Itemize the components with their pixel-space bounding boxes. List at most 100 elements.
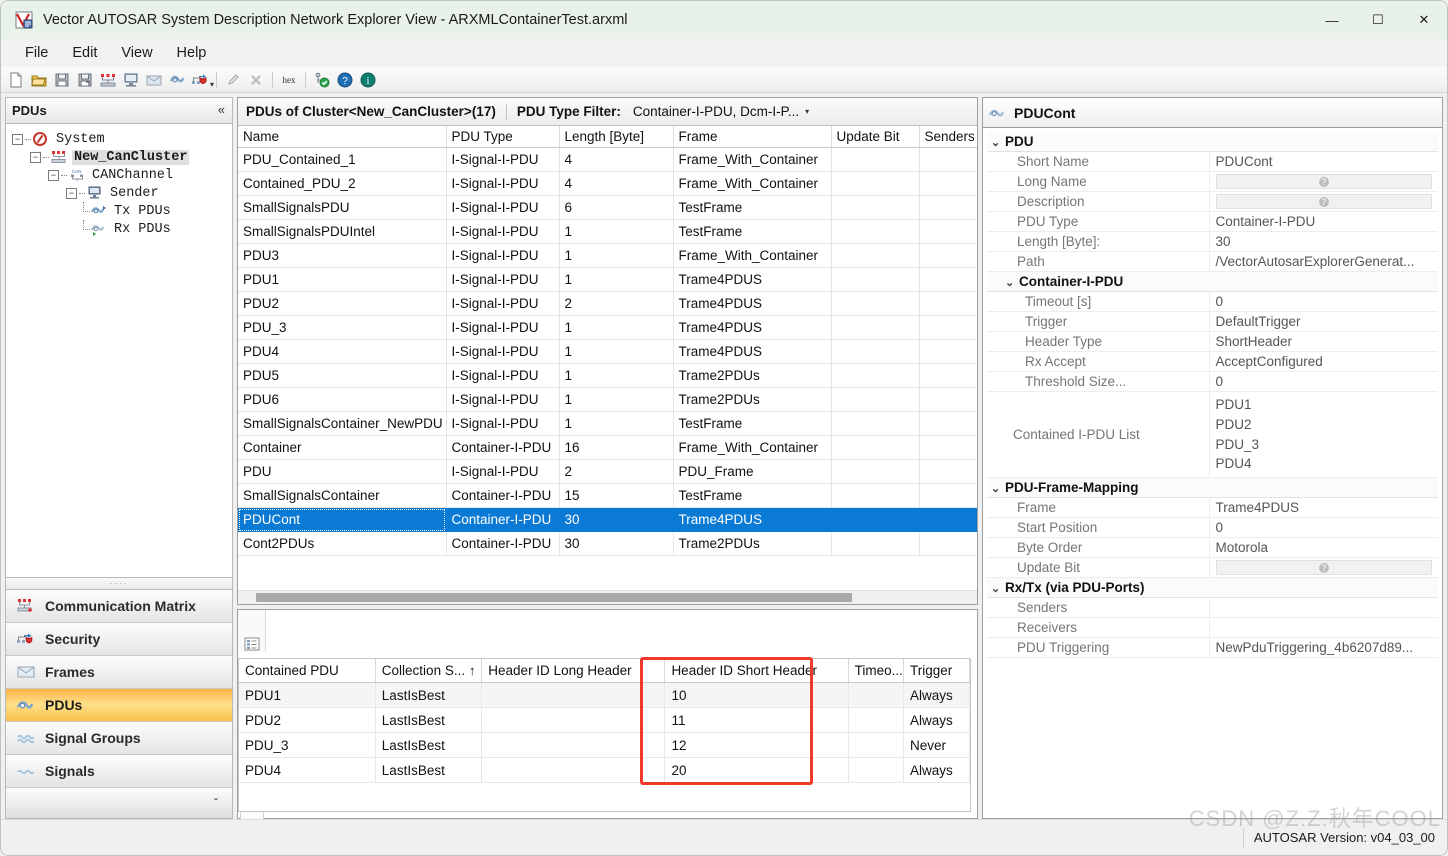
security-import-icon[interactable]: ▾ bbox=[189, 69, 214, 91]
sidebar-item-signal-groups[interactable]: Signal Groups bbox=[6, 722, 232, 755]
property-row-header-type[interactable]: Header Type ShortHeader bbox=[987, 331, 1438, 352]
table-row[interactable]: Container Container-I-PDU 16 Frame_With_Con… bbox=[238, 435, 977, 460]
list-view-icon[interactable] bbox=[244, 636, 260, 652]
help-icon[interactable]: ? bbox=[334, 69, 356, 91]
tree-expander[interactable]: − bbox=[30, 151, 41, 163]
property-row-start-position[interactable]: Start Position 0 bbox=[987, 517, 1438, 538]
tree-expander[interactable]: − bbox=[66, 187, 77, 199]
property-row-short-name[interactable]: Short Name PDUCont bbox=[987, 151, 1438, 172]
sidebar-item-security[interactable]: Security bbox=[6, 623, 232, 656]
column-header-pdu-type[interactable]: PDU Type bbox=[446, 126, 560, 148]
tree-expander[interactable]: − bbox=[48, 169, 59, 181]
open-folder-icon[interactable] bbox=[28, 69, 50, 91]
table-row[interactable]: PDU_3 LastIsBest 12 Never bbox=[239, 732, 970, 758]
close-button[interactable]: ✕ bbox=[1401, 1, 1447, 39]
tree-node-canchannel[interactable]: − CAN CANChannel bbox=[10, 166, 232, 184]
menu-item-view[interactable]: View bbox=[109, 42, 164, 64]
chevron-down-icon[interactable]: ⌄ bbox=[991, 136, 1005, 149]
sidebar-item-pdus[interactable]: PDUs bbox=[6, 689, 232, 722]
table-row[interactable]: Cont2PDUs Container-I-PDU 30 Trame2PDUs bbox=[238, 531, 977, 556]
property-row-length[interactable]: Length [Byte]: 30 bbox=[987, 231, 1438, 252]
table-row[interactable]: SmallSignalsContainer_NewPDU I-Signal-I-P… bbox=[238, 411, 977, 436]
property-row-description[interactable]: Description bbox=[987, 191, 1438, 212]
tree-node-system[interactable]: − System bbox=[10, 130, 232, 148]
table-row[interactable]: PDU5 I-Signal-I-PDU 1 Trame2PDUs bbox=[238, 363, 977, 388]
property-row-rx-accept[interactable]: Rx Accept AcceptConfigured bbox=[987, 351, 1438, 372]
properties-body[interactable]: ⌄PDU Short Name PDUCont Long Name Descri… bbox=[982, 127, 1443, 819]
column-header-timeout[interactable]: Timeo... bbox=[848, 659, 904, 683]
column-header-contained-pdu[interactable]: Contained PDU bbox=[239, 659, 376, 683]
new-file-icon[interactable] bbox=[5, 69, 27, 91]
cluster-icon[interactable] bbox=[97, 69, 119, 91]
property-group-rx-tx[interactable]: ⌄ Rx/Tx (via PDU-Ports) bbox=[987, 577, 1438, 598]
property-row-senders[interactable]: Senders bbox=[987, 597, 1438, 618]
ecu-icon[interactable] bbox=[120, 69, 142, 91]
column-header-senders[interactable]: Senders bbox=[919, 126, 977, 148]
menu-item-help[interactable]: Help bbox=[165, 42, 219, 64]
sidebar-item-communication-matrix[interactable]: Communication Matrix bbox=[6, 590, 232, 623]
table-row[interactable]: PDU6 I-Signal-I-PDU 1 Trame2PDUs bbox=[238, 387, 977, 412]
empty-value-field[interactable] bbox=[1215, 194, 1432, 209]
property-row-trigger[interactable]: Trigger DefaultTrigger bbox=[987, 311, 1438, 332]
column-header-name[interactable]: Name bbox=[238, 126, 447, 148]
column-header-length[interactable]: Length [Byte] bbox=[559, 126, 674, 148]
property-group-pdu[interactable]: ⌄ PDU bbox=[987, 132, 1438, 152]
menu-item-edit[interactable]: Edit bbox=[60, 42, 109, 64]
column-header-header-id-long[interactable]: Header ID Long Header bbox=[481, 659, 666, 683]
pdu-type-filter-dropdown[interactable]: Container-I-PDU, Dcm-I-P... ▾ bbox=[631, 103, 813, 120]
property-group-container-i-pdu[interactable]: ⌄ Container-I-PDU bbox=[987, 271, 1438, 292]
property-value[interactable] bbox=[1209, 557, 1438, 578]
column-header-frame[interactable]: Frame bbox=[673, 126, 832, 148]
table-row[interactable]: PDU3 I-Signal-I-PDU 1 Frame_With_Container bbox=[238, 243, 977, 268]
table-row[interactable]: PDU1 LastIsBest 10 Always bbox=[239, 682, 970, 708]
column-header-trigger[interactable]: Trigger bbox=[903, 659, 970, 683]
sidebar-item-frames[interactable]: Frames bbox=[6, 656, 232, 689]
delete-icon[interactable] bbox=[245, 69, 267, 91]
table-row[interactable]: PDU I-Signal-I-PDU 2 PDU_Frame bbox=[238, 459, 977, 484]
minimize-button[interactable]: — bbox=[1309, 1, 1355, 39]
property-row-threshold-size[interactable]: Threshold Size... 0 bbox=[987, 371, 1438, 392]
chevron-down-icon[interactable]: ⌄ bbox=[991, 482, 1005, 495]
chevron-down-icon[interactable]: ⌄ bbox=[991, 582, 1005, 595]
horizontal-scrollbar[interactable] bbox=[238, 590, 977, 604]
property-value[interactable] bbox=[1209, 191, 1438, 212]
property-row-contained-ipdu-list[interactable]: Contained I-PDU List PDU1 PDU2 PDU_3 PDU… bbox=[987, 391, 1438, 478]
save-icon[interactable] bbox=[51, 69, 73, 91]
nav-splitter[interactable]: ···· bbox=[5, 578, 233, 590]
property-row-long-name[interactable]: Long Name bbox=[987, 171, 1438, 192]
empty-value-field[interactable] bbox=[1215, 174, 1432, 189]
pdus-icon[interactable] bbox=[166, 69, 188, 91]
property-row-pdu-triggering[interactable]: PDU Triggering NewPduTriggering_4b6207d8… bbox=[987, 637, 1438, 658]
property-group-pdu-frame-mapping[interactable]: ⌄ PDU-Frame-Mapping bbox=[987, 477, 1438, 498]
info-icon[interactable]: i bbox=[357, 69, 379, 91]
tree-node-tx-pdus[interactable]: Tx PDUs bbox=[10, 202, 232, 220]
table-row[interactable]: PDU_Contained_1 I-Signal-I-PDU 4 Frame_With… bbox=[238, 147, 977, 172]
empty-value-field[interactable] bbox=[1215, 560, 1432, 575]
table-row[interactable]: PDU1 I-Signal-I-PDU 1 Trame4PDUS bbox=[238, 267, 977, 292]
table-row[interactable]: PDU4 LastIsBest 20 Always bbox=[239, 757, 970, 783]
tree-expander[interactable]: − bbox=[12, 133, 23, 145]
table-row[interactable]: Contained_PDU_2 I-Signal-I-PDU 4 Frame_With… bbox=[238, 171, 977, 196]
pdu-grid-scroll[interactable]: Name PDU Type Length [Byte] Frame Update… bbox=[238, 126, 977, 590]
property-row-path[interactable]: Path /VectorAutosarExplorerGenerat... bbox=[987, 251, 1438, 272]
tree-node-sender[interactable]: − Sender bbox=[10, 184, 232, 202]
column-header-collection-semantics[interactable]: Collection S... ↑ bbox=[375, 659, 483, 683]
validate-icon[interactable] bbox=[311, 69, 333, 91]
maximize-button[interactable]: ☐ bbox=[1355, 1, 1401, 39]
property-row-update-bit[interactable]: Update Bit bbox=[987, 557, 1438, 578]
property-row-receivers[interactable]: Receivers bbox=[987, 617, 1438, 638]
table-row[interactable]: SmallSignalsContainer Container-I-PDU 15 Te… bbox=[238, 483, 977, 508]
nav-expand-more-icon[interactable]: ˇ bbox=[6, 788, 232, 818]
chevron-down-icon[interactable]: ⌄ bbox=[1005, 276, 1019, 289]
column-header-update-bit[interactable]: Update Bit bbox=[831, 126, 920, 148]
table-row[interactable]: SmallSignalsPDUIntel I-Signal-I-PDU 1 TestF… bbox=[238, 219, 977, 244]
tree-node-rx-pdus[interactable]: Rx PDUs bbox=[10, 220, 232, 238]
property-row-pdu-type[interactable]: PDU Type Container-I-PDU bbox=[987, 211, 1438, 232]
table-row[interactable]: PDU2 I-Signal-I-PDU 2 Trame4PDUS bbox=[238, 291, 977, 316]
column-header-header-id-short[interactable]: Header ID Short Header bbox=[664, 659, 849, 683]
contained-pdu-table-box[interactable]: Contained PDU Collection S... ↑ Header I… bbox=[238, 658, 971, 812]
table-row[interactable]: PDU2 LastIsBest 11 Always bbox=[239, 707, 970, 733]
property-value[interactable] bbox=[1209, 171, 1438, 192]
save-as-icon[interactable] bbox=[74, 69, 96, 91]
property-row-timeout[interactable]: Timeout [s] 0 bbox=[987, 291, 1438, 312]
